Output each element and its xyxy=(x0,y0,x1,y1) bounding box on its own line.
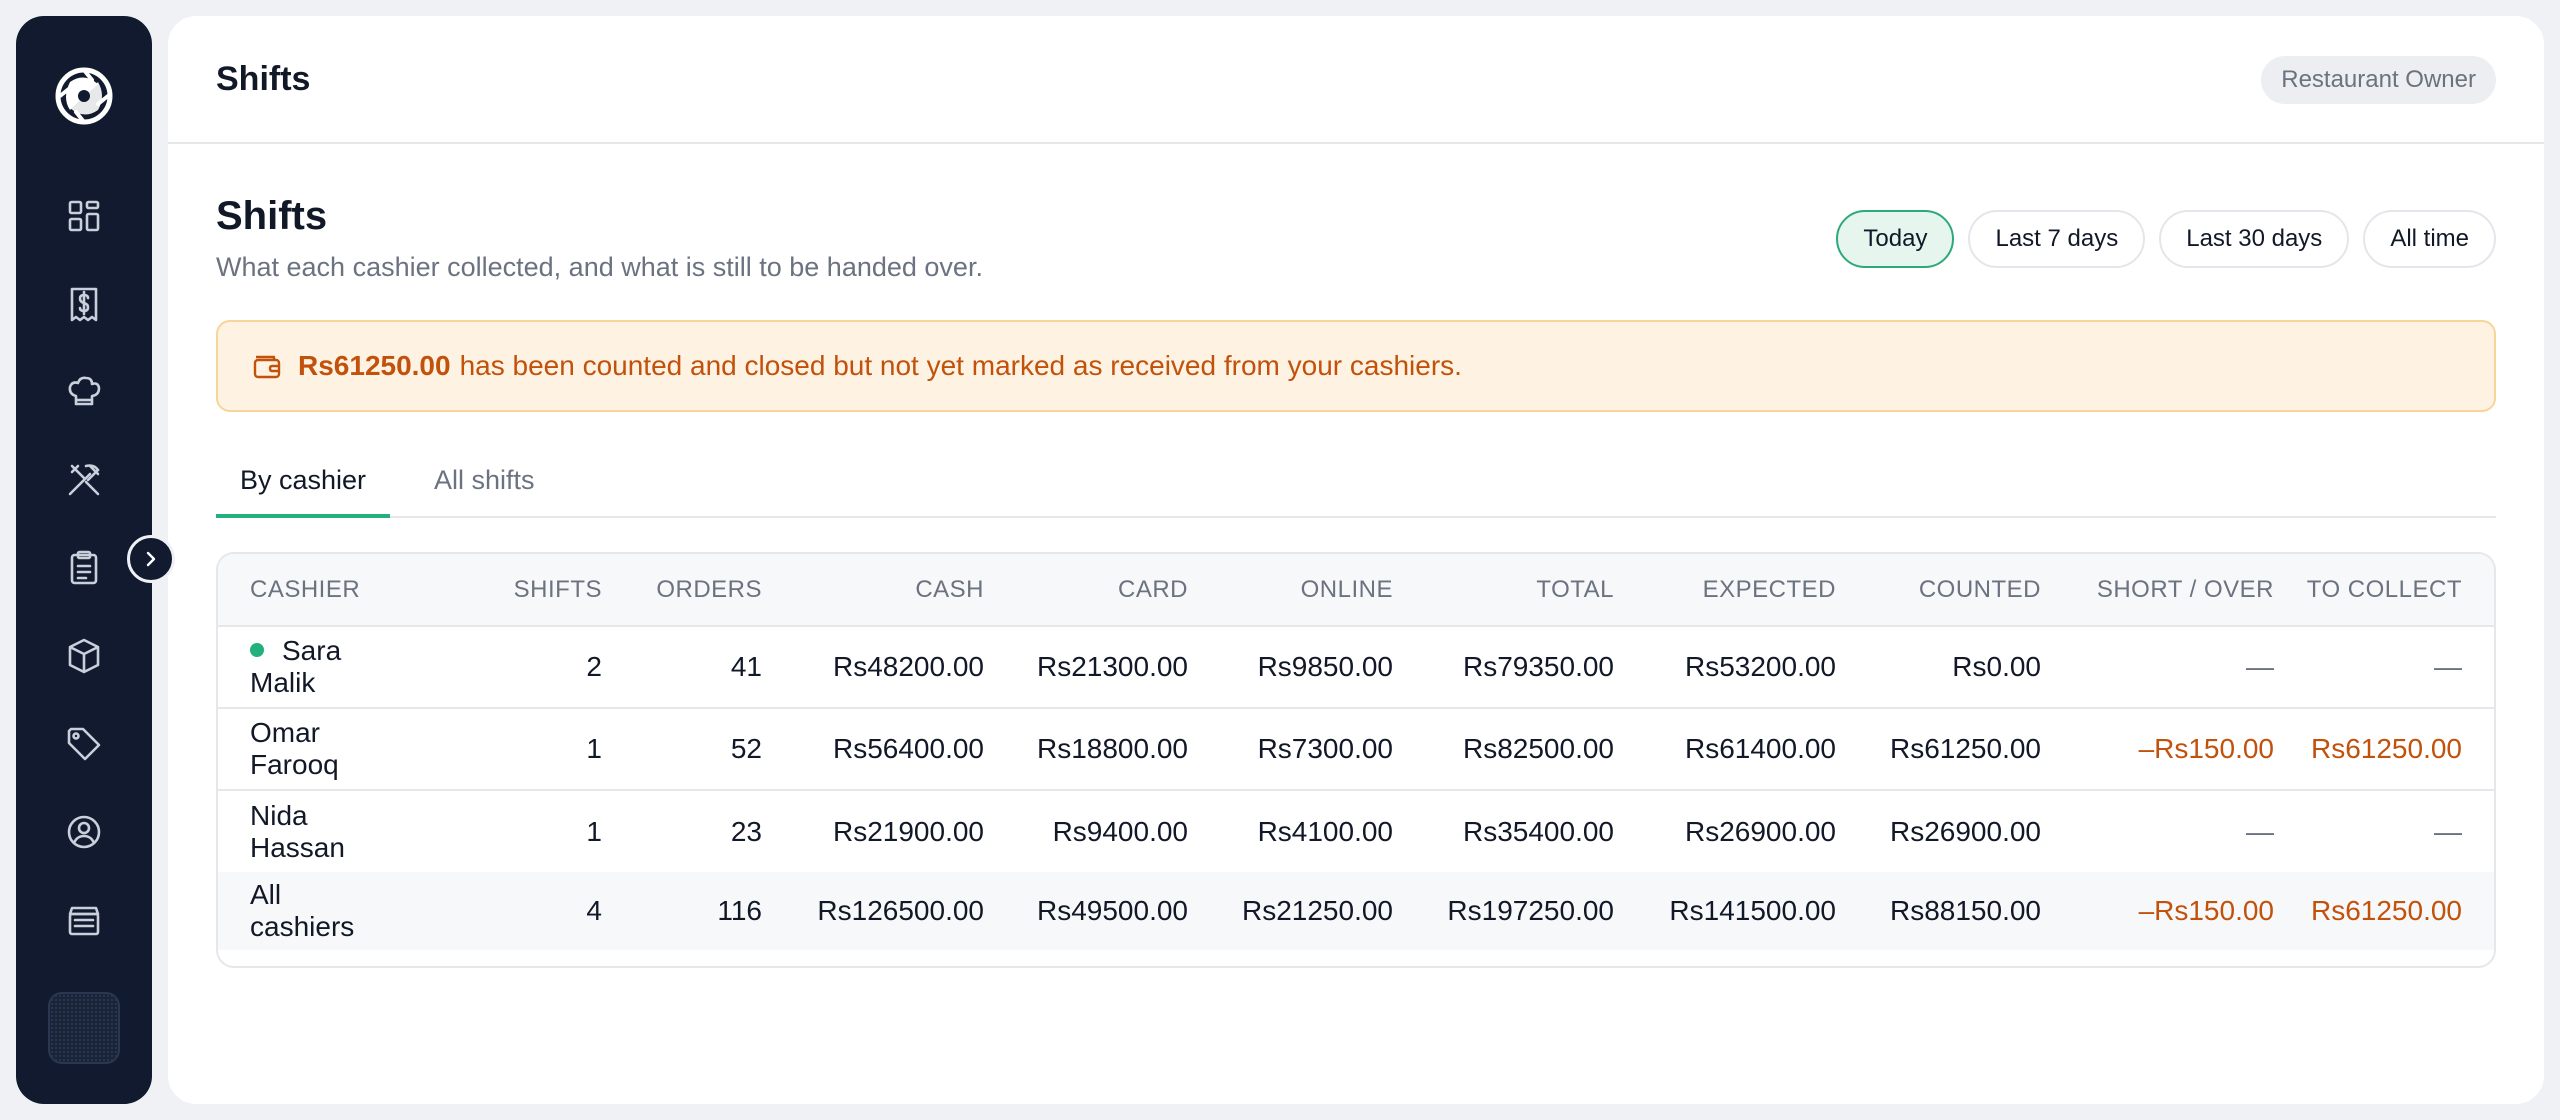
expected-cell: Rs61400.00 xyxy=(1684,733,1836,764)
clipboard-icon[interactable] xyxy=(60,544,108,592)
sidebar-expand-button[interactable] xyxy=(127,535,175,583)
online-cell: Rs9850.00 xyxy=(1257,651,1393,682)
filter-today-button[interactable]: Today xyxy=(1836,210,1955,268)
user-avatar[interactable] xyxy=(48,992,120,1064)
counted-cell: Rs61250.00 xyxy=(1889,733,2041,764)
cashier-name: Nida Hassan xyxy=(250,799,345,863)
column-header-total[interactable]: TOTAL xyxy=(1393,554,1614,626)
column-header-card[interactable]: CARD xyxy=(984,554,1188,626)
expected-cell: Rs141500.00 xyxy=(1669,895,1836,926)
tab-by-cashier[interactable]: By cashier xyxy=(216,460,391,518)
tag-icon[interactable] xyxy=(60,720,108,768)
filter-last-30-days-button[interactable]: Last 30 days xyxy=(2159,210,2350,268)
online-cell: Rs4100.00 xyxy=(1257,815,1393,847)
expected-cell: Rs26900.00 xyxy=(1684,815,1836,847)
short-over-cell: — xyxy=(2246,815,2274,847)
card-cell: Rs9400.00 xyxy=(1052,815,1188,847)
brand-logo-icon[interactable] xyxy=(46,58,122,134)
date-range-filters: Today Last 7 days Last 30 days All time xyxy=(1836,210,2496,268)
utensils-icon[interactable] xyxy=(60,456,108,504)
column-header-orders[interactable]: ORDERS xyxy=(602,554,762,626)
pending-collection-alert: Rs61250.00 has been counted and closed b… xyxy=(216,320,2496,412)
column-header-to-collect[interactable]: TO COLLECT xyxy=(2274,554,2494,626)
table-row[interactable]: Omar Farooq 1 52 Rs56400.00 Rs18800.00 R… xyxy=(218,708,2494,790)
role-badge[interactable]: Restaurant Owner xyxy=(2261,56,2496,104)
total-cell: Rs82500.00 xyxy=(1462,733,1614,764)
card-cell: Rs18800.00 xyxy=(1036,733,1188,764)
counted-cell: Rs88150.00 xyxy=(1889,895,2041,926)
column-header-cash[interactable]: CASH xyxy=(762,554,984,626)
total-cell: Rs79350.00 xyxy=(1462,651,1614,682)
cashier-name: Omar Farooq xyxy=(250,717,339,780)
totals-label: All cashiers xyxy=(250,879,355,942)
online-cell: Rs7300.00 xyxy=(1257,733,1393,764)
total-cell: Rs197250.00 xyxy=(1447,895,1614,926)
chevron-right-icon xyxy=(146,551,156,567)
short-over-cell: –Rs150.00 xyxy=(2138,733,2274,764)
dashboard-icon[interactable] xyxy=(60,192,108,240)
tab-all-shifts[interactable]: All shifts xyxy=(434,460,535,518)
totals-row: All cashiers 4 116 Rs126500.00 Rs49500.0… xyxy=(218,872,2494,950)
main-panel: Shifts Restaurant Owner Shifts What each… xyxy=(168,16,2544,1104)
short-over-cell: –Rs150.00 xyxy=(2138,895,2274,926)
to-collect-cell: Rs61250.00 xyxy=(2310,733,2462,764)
register-icon[interactable] xyxy=(60,896,108,944)
counted-cell: Rs26900.00 xyxy=(1889,815,2041,847)
online-cell: Rs21250.00 xyxy=(1241,895,1393,926)
shifts-cell: 1 xyxy=(586,733,602,764)
short-over-cell: — xyxy=(2246,651,2274,682)
shifts-cell: 1 xyxy=(586,815,602,847)
receipt-icon[interactable] xyxy=(60,280,108,328)
expected-cell: Rs53200.00 xyxy=(1684,651,1836,682)
to-collect-cell: — xyxy=(2434,815,2462,847)
column-header-shifts[interactable]: SHIFTS xyxy=(362,554,602,626)
table-header-row: CASHIER SHIFTS ORDERS CASH CARD ONLINE T… xyxy=(218,554,2494,626)
page-subtitle: What each cashier collected, and what is… xyxy=(216,252,983,282)
cashier-cell: Sara Malik xyxy=(218,626,362,708)
online-status-dot xyxy=(250,643,264,657)
chef-hat-icon[interactable] xyxy=(60,368,108,416)
column-header-counted[interactable]: COUNTED xyxy=(1836,554,2041,626)
to-collect-cell: — xyxy=(2434,651,2462,682)
column-header-short-over[interactable]: SHORT / OVER xyxy=(2041,554,2274,626)
page-title: Shifts xyxy=(216,194,328,238)
cash-cell: Rs48200.00 xyxy=(832,651,984,682)
top-bar-title: Shifts xyxy=(216,60,311,98)
column-header-expected[interactable]: EXPECTED xyxy=(1614,554,1836,626)
cashier-name: Sara Malik xyxy=(250,635,342,698)
total-cell: Rs35400.00 xyxy=(1462,815,1614,847)
cash-cell: Rs21900.00 xyxy=(832,815,984,847)
to-collect-cell: Rs61250.00 xyxy=(2310,895,2462,926)
orders-cell: 23 xyxy=(730,815,762,847)
shifts-cell: 2 xyxy=(586,651,602,682)
shifts-cell: 4 xyxy=(586,895,602,926)
cashier-summary-table: CASHIER SHIFTS ORDERS CASH CARD ONLINE T… xyxy=(216,552,2496,968)
cash-cell: Rs56400.00 xyxy=(832,733,984,764)
cash-cell: Rs126500.00 xyxy=(817,895,984,926)
orders-cell: 41 xyxy=(730,651,762,682)
alert-amount: Rs61250.00 xyxy=(298,350,451,381)
alert-message: has been counted and closed but not yet … xyxy=(459,350,1462,381)
column-header-cashier[interactable]: CASHIER xyxy=(218,554,362,626)
top-bar: Shifts Restaurant Owner xyxy=(168,16,2544,144)
counted-cell: Rs0.00 xyxy=(1952,651,2041,682)
orders-cell: 52 xyxy=(730,733,762,764)
table-row[interactable]: Nida Hassan 1 23 Rs21900.00 Rs9400.00 Rs… xyxy=(218,790,2494,872)
filter-last-7-days-button[interactable]: Last 7 days xyxy=(1968,210,2146,268)
table-row[interactable]: Sara Malik 2 41 Rs48200.00 Rs21300.00 Rs… xyxy=(218,626,2494,708)
view-tabs: By cashier All shifts xyxy=(216,460,2496,518)
orders-cell: 116 xyxy=(717,895,762,926)
card-cell: Rs49500.00 xyxy=(1036,895,1188,926)
wallet-icon xyxy=(253,355,281,379)
user-circle-icon[interactable] xyxy=(60,808,108,856)
filter-all-time-button[interactable]: All time xyxy=(2363,210,2496,268)
card-cell: Rs21300.00 xyxy=(1036,651,1188,682)
column-header-online[interactable]: ONLINE xyxy=(1188,554,1393,626)
box-icon[interactable] xyxy=(60,632,108,680)
